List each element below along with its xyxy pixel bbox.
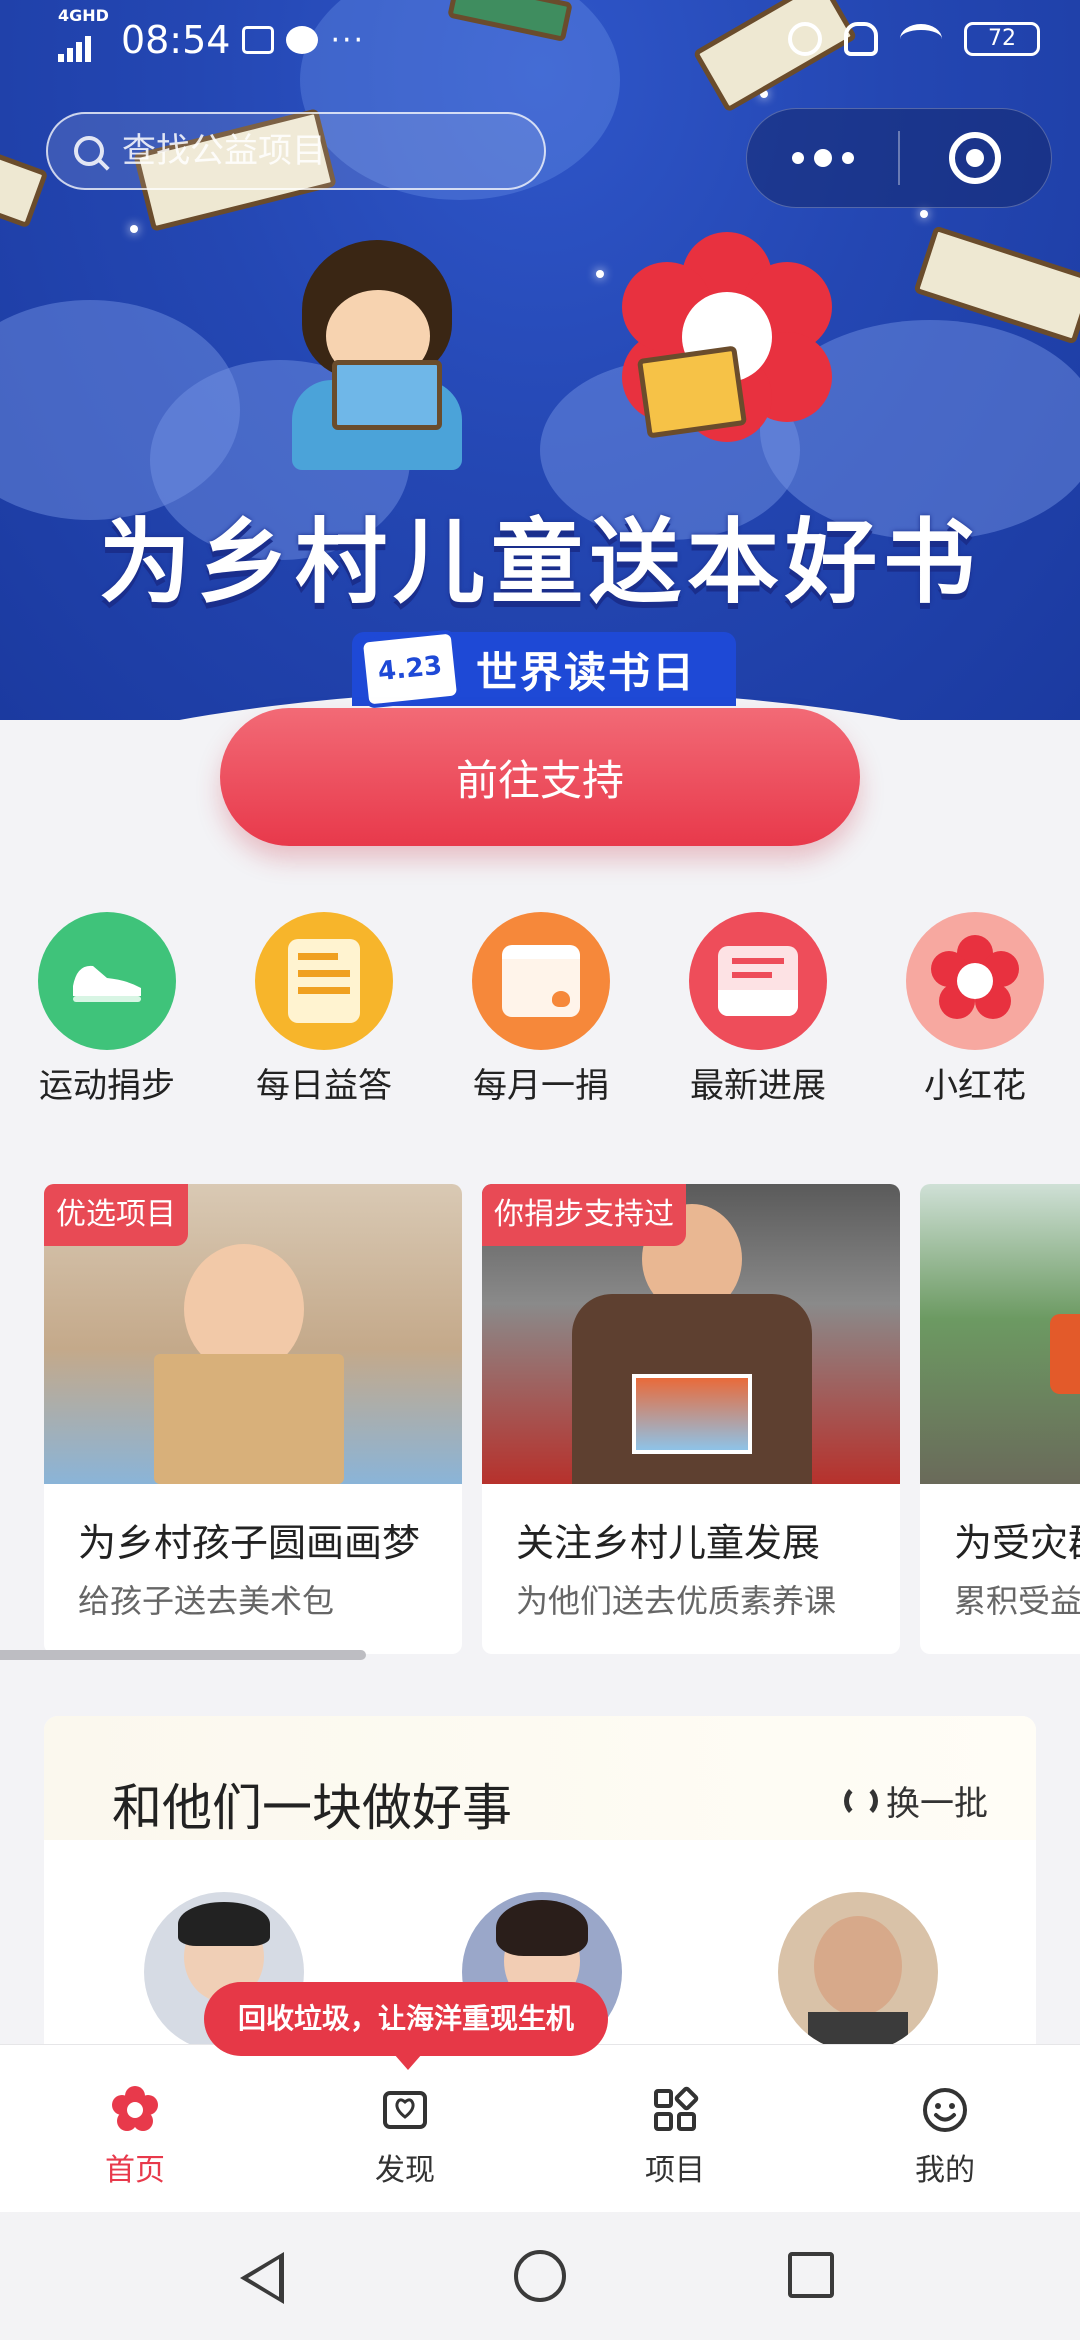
- miniprogram-capsule: [746, 108, 1052, 208]
- mute-bell-icon: [844, 22, 878, 56]
- tab-me[interactable]: 我的: [875, 2085, 1015, 2189]
- search-icon: [74, 136, 104, 166]
- quick-action-daily-quiz[interactable]: 每日益答: [239, 912, 409, 1107]
- network-type: 4GHD: [58, 6, 109, 25]
- section-title: 和他们一块做好事: [112, 1779, 512, 1837]
- quiz-card-icon: [255, 912, 393, 1050]
- quick-actions: 运动捐步 每日益答 每月一捐 最新进展 小红花: [0, 912, 1080, 1112]
- battery-icon: 72: [964, 22, 1040, 56]
- support-button[interactable]: 前往支持: [220, 708, 860, 846]
- wifi-icon: [900, 24, 942, 54]
- signal-icon: 4GHD: [58, 8, 109, 62]
- quick-action-monthly-donation[interactable]: 每月一捐: [456, 912, 626, 1107]
- quick-action-little-red-flower[interactable]: 小红花: [890, 912, 1060, 1107]
- book-decoration: [0, 151, 49, 229]
- quick-action-label: 运动捐步: [39, 1066, 175, 1106]
- more-notifications: ···: [330, 22, 366, 58]
- world-book-day-badge: 4.23 世界读书日: [352, 629, 736, 709]
- tab-label: 项目: [645, 2153, 705, 2188]
- quick-action-label: 小红花: [924, 1066, 1026, 1106]
- project-carousel[interactable]: 优选项目 为乡村孩子圆画画梦 给孩子送去美术包 你捐步支持过 关注乡村儿童发展 …: [0, 1184, 1080, 1654]
- tab-label: 发现: [375, 2153, 435, 2188]
- avatar[interactable]: [778, 1892, 938, 2052]
- quick-action-label: 每日益答: [256, 1066, 392, 1106]
- quick-action-sport-steps[interactable]: 运动捐步: [22, 912, 192, 1107]
- inbox-heart-icon: [689, 912, 827, 1050]
- recent-apps-square-icon[interactable]: [788, 2252, 834, 2298]
- grid-apps-icon: [650, 2085, 700, 2135]
- search-input[interactable]: [122, 131, 502, 171]
- status-bar: 4GHD 08:54 ··· 72: [0, 0, 1080, 82]
- refresh-label: 换一批: [886, 1784, 988, 1824]
- promo-tooltip[interactable]: 回收垃圾，让海洋重现生机: [204, 1982, 608, 2070]
- alarm-icon: [788, 22, 822, 56]
- chat-notification-icon: [286, 26, 319, 54]
- section-header: 和他们一块做好事 换一批: [44, 1716, 1036, 1840]
- star-decoration: [596, 270, 604, 278]
- project-card[interactable]: 为受灾群 累积受益: [920, 1184, 1080, 1654]
- tab-home[interactable]: 首页: [65, 2085, 205, 2189]
- target-close-icon: [949, 132, 1002, 184]
- smiley-profile-icon: [920, 2085, 970, 2135]
- home-circle-icon[interactable]: [514, 2250, 566, 2302]
- project-card[interactable]: 你捐步支持过 关注乡村儿童发展 为他们送去优质素养课: [482, 1184, 900, 1654]
- project-subtitle: 累积受益: [954, 1582, 1080, 1620]
- hero-title: 为乡村儿童送本好书: [98, 509, 981, 616]
- bottom-tab-bar: 首页 发现 项目 我的: [0, 2044, 1080, 2212]
- gallery-notification-icon: [242, 26, 275, 54]
- discover-icon: [380, 2085, 430, 2135]
- system-navigation-bar: [0, 2212, 1080, 2340]
- tab-label: 我的: [915, 2153, 975, 2188]
- project-title: 为乡村孩子圆画画梦: [78, 1521, 421, 1565]
- project-tag: 你捐步支持过: [482, 1184, 686, 1246]
- tab-discover[interactable]: 发现: [335, 2085, 475, 2189]
- search-bar[interactable]: [46, 112, 546, 190]
- quick-action-latest-progress[interactable]: 最新进展: [673, 912, 843, 1107]
- carousel-scroll-indicator: [0, 1650, 366, 1660]
- quick-action-label: 每月一捐: [473, 1066, 609, 1106]
- more-options-button[interactable]: [747, 149, 898, 167]
- refresh-batch-button[interactable]: 换一批: [844, 1776, 988, 1825]
- flower-home-icon: [110, 2085, 160, 2135]
- project-card[interactable]: 优选项目 为乡村孩子圆画画梦 给孩子送去美术包: [44, 1184, 462, 1654]
- red-flower-mascot-illustration: [622, 232, 832, 442]
- star-decoration: [130, 225, 138, 233]
- close-miniprogram-button[interactable]: [900, 132, 1051, 184]
- red-flower-icon: [906, 912, 1044, 1050]
- project-title: 为受灾群: [954, 1521, 1080, 1565]
- clock: 08:54: [120, 18, 231, 62]
- star-decoration: [920, 210, 928, 218]
- badge-label: 世界读书日: [476, 647, 697, 697]
- project-title: 关注乡村儿童发展: [516, 1521, 821, 1565]
- calendar-heart-icon: [472, 912, 610, 1050]
- project-tag: 优选项目: [44, 1184, 188, 1246]
- calendar-icon: 4.23: [358, 629, 462, 709]
- back-triangle-icon[interactable]: [240, 2252, 284, 2304]
- project-photo: [920, 1184, 1080, 1484]
- tab-projects[interactable]: 项目: [605, 2085, 745, 2189]
- sneaker-icon: [38, 912, 176, 1050]
- refresh-icon: [844, 1783, 878, 1818]
- project-subtitle: 给孩子送去美术包: [78, 1582, 335, 1620]
- reading-girl-illustration: [292, 240, 472, 470]
- tab-label: 首页: [105, 2153, 165, 2188]
- quick-action-label: 最新进展: [690, 1066, 826, 1106]
- project-subtitle: 为他们送去优质素养课: [516, 1582, 837, 1620]
